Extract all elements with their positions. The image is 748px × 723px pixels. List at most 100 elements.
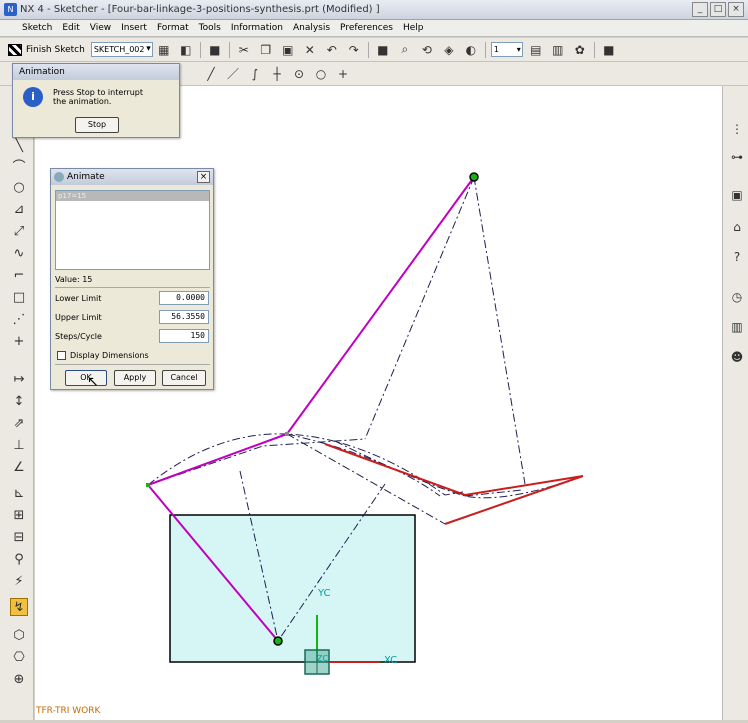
spline-tool-icon[interactable]: ∿ [10, 244, 28, 262]
trim-tool-icon[interactable]: ⊿ [10, 200, 28, 218]
animation-dialog: Animation i Press Stop to interrupt the … [12, 63, 180, 138]
parallel-dim-icon[interactable]: ⇗ [10, 414, 28, 432]
paste-icon[interactable]: ▣ [279, 41, 297, 59]
color-palette-icon[interactable]: ✿ [571, 41, 589, 59]
left-toolbar: ╲ ⌒ ○ ⊿ ⤢ ∿ ⌐ □ ⋰ + ↦ ↕ ⇗ ⊥ ∠ ⊾ ⊞ ⊟ ⚲ ⚡ … [0, 86, 34, 720]
stop-square-icon[interactable]: ■ [206, 41, 224, 59]
roles-icon[interactable]: ☻ [728, 348, 746, 366]
fit-icon[interactable]: ■ [374, 41, 392, 59]
assembly-navigator-icon[interactable]: ⋮ [728, 120, 746, 138]
arc-icon[interactable]: ∫ [246, 65, 264, 83]
window-title: NX 4 - Sketcher - [Four-bar-linkage-3-po… [20, 4, 380, 15]
menu-information[interactable]: Information [226, 23, 288, 33]
menu-preferences[interactable]: Preferences [335, 23, 398, 33]
lower-limit-field[interactable]: 0.0000 [159, 291, 209, 305]
system-materials-icon[interactable]: ▥ [728, 318, 746, 336]
display-icon[interactable]: ■ [600, 41, 618, 59]
menu-insert[interactable]: Insert [116, 23, 152, 33]
xc-label: XC [384, 655, 397, 666]
yc-label: YC [317, 588, 331, 599]
constraint-icon[interactable]: ⊾ [10, 484, 28, 502]
steps-cycle-field[interactable]: 150 [159, 329, 209, 343]
steps-cycle-label: Steps/Cycle [55, 332, 102, 341]
history-icon[interactable]: ◷ [728, 288, 746, 306]
line-tool-icon[interactable]: ╲ [10, 136, 28, 154]
shading-icon[interactable]: ◐ [462, 41, 480, 59]
convert-ref-icon[interactable]: ⊟ [10, 528, 28, 546]
plus-icon[interactable]: + [334, 65, 352, 83]
apply-button[interactable]: Apply [114, 370, 156, 386]
undo-icon[interactable]: ↶ [323, 41, 341, 59]
menu-view[interactable]: View [85, 23, 116, 33]
redo-icon[interactable]: ↷ [345, 41, 363, 59]
animate-close-icon[interactable]: × [197, 171, 210, 183]
close-button[interactable]: × [728, 2, 744, 17]
circle-center-icon[interactable]: ⊙ [290, 65, 308, 83]
polygon-tool-icon[interactable]: ⋰ [10, 310, 28, 328]
reattach-icon[interactable]: ⎔ [10, 648, 28, 666]
main-toolbar: Finish Sketch SKETCH_002 ▦ ◧ ■ ✂ ❐ ▣ ✕ ↶… [0, 38, 748, 62]
menu-bar: Sketch Edit View Insert Format Tools Inf… [0, 20, 748, 37]
layer-select[interactable]: 1 [490, 42, 523, 57]
menu-analysis[interactable]: Analysis [288, 23, 335, 33]
dimension-list[interactable]: p17=15 [55, 190, 210, 270]
part-navigator-icon[interactable]: ⊶ [728, 148, 746, 166]
title-bar: N NX 4 - Sketcher - [Four-bar-linkage-3-… [0, 0, 748, 20]
layer-settings-icon[interactable]: ▤ [527, 41, 545, 59]
list-item[interactable]: p17=15 [56, 191, 209, 201]
circle-tool-icon[interactable]: ○ [10, 178, 28, 196]
display-dimensions-checkbox[interactable] [57, 351, 66, 360]
sketch-name-select[interactable]: SKETCH_002 [90, 42, 153, 57]
menu-tools[interactable]: Tools [194, 23, 226, 33]
point-icon[interactable]: ┼ [268, 65, 286, 83]
update-icon[interactable]: ⊕ [10, 670, 28, 688]
delete-icon[interactable]: ✕ [301, 41, 319, 59]
circle-icon[interactable]: ○ [312, 65, 330, 83]
profile-icon[interactable]: ╱ [202, 65, 220, 83]
show-constraints-icon[interactable]: ⊞ [10, 506, 28, 524]
view-cube-icon[interactable]: ◈ [440, 41, 458, 59]
help-icon[interactable]: ? [728, 248, 746, 266]
line-icon[interactable]: ／ [224, 65, 242, 83]
animate-dialog-title: Animate × [51, 169, 213, 185]
animation-dialog-title: Animation [13, 64, 179, 80]
point-tool-icon[interactable]: + [10, 332, 28, 350]
zc-label: ZC [317, 654, 328, 663]
stop-button[interactable]: Stop [75, 117, 119, 133]
perpendicular-dim-icon[interactable]: ⊥ [10, 436, 28, 454]
animate-dim-icon[interactable]: ⚡ [10, 572, 28, 590]
cube-icon[interactable]: ◧ [177, 41, 195, 59]
reuse-library-icon[interactable]: ▣ [728, 186, 746, 204]
hd3d-icon[interactable]: ⌂ [728, 218, 746, 236]
copy-icon[interactable]: ❐ [257, 41, 275, 59]
ok-button[interactable]: OK [65, 370, 107, 386]
fillet-tool-icon[interactable]: ⌐ [10, 266, 28, 284]
mouse-cursor-icon: ↖ [87, 374, 99, 390]
menu-format[interactable]: Format [152, 23, 194, 33]
layer-visible-icon[interactable]: ▥ [549, 41, 567, 59]
ground-rectangle [169, 514, 416, 663]
maximize-button[interactable]: □ [710, 2, 726, 17]
display-dimensions-label: Display Dimensions [70, 351, 149, 360]
finish-sketch-button[interactable]: Finish Sketch [8, 43, 85, 56]
cut-icon[interactable]: ✂ [235, 41, 253, 59]
minimize-button[interactable]: _ [692, 2, 708, 17]
arc-tool-icon[interactable]: ⌒ [10, 156, 28, 175]
menu-edit[interactable]: Edit [57, 23, 84, 33]
extend-tool-icon[interactable]: ⤢ [10, 222, 28, 240]
rotate-icon[interactable]: ⟲ [418, 41, 436, 59]
menu-help[interactable]: Help [398, 23, 429, 33]
rectangle-tool-icon[interactable]: □ [10, 288, 28, 306]
angular-dim-icon[interactable]: ∠ [10, 458, 28, 476]
cancel-button[interactable]: Cancel [162, 370, 206, 386]
zoom-icon[interactable]: ⌕ [396, 41, 414, 59]
dimension-tool-icon[interactable]: ↦ [10, 370, 28, 388]
sketch-orient-icon[interactable]: ▦ [155, 41, 173, 59]
animate-dialog-icon [54, 172, 64, 182]
vertical-dim-icon[interactable]: ↕ [10, 392, 28, 410]
upper-limit-field[interactable]: 56.3550 [159, 310, 209, 324]
edit-sketch-icon[interactable]: ⬡ [10, 626, 28, 644]
animate-active-icon[interactable]: ↯ [10, 598, 28, 616]
alternate-solution-icon[interactable]: ⚲ [10, 550, 28, 568]
menu-sketch[interactable]: Sketch [0, 23, 57, 33]
